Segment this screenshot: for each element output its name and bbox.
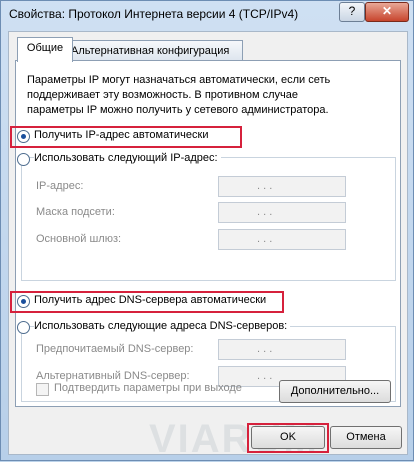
title-bar[interactable]: Свойства: Протокол Интернета версии 4 (T… bbox=[1, 1, 413, 27]
ip-address-label: IP-адрес: bbox=[36, 180, 84, 192]
cancel-button[interactable]: Отмена bbox=[330, 426, 402, 449]
subnet-mask-field: . . . bbox=[218, 202, 346, 223]
ip-manual-radio[interactable] bbox=[17, 153, 30, 166]
alternate-dns-label: Альтернативный DNS-сервер: bbox=[36, 370, 190, 382]
validate-label[interactable]: Подтвердить параметры при выходе bbox=[54, 382, 242, 394]
tab-alternate-config[interactable]: Альтернативная конфигурация bbox=[66, 40, 243, 61]
ip-manual-label[interactable]: Использовать следующий IP-адрес: bbox=[34, 152, 221, 164]
close-button[interactable]: ✕ bbox=[365, 2, 409, 22]
ip-auto-radio[interactable] bbox=[17, 130, 30, 143]
dns-manual-label[interactable]: Использовать следующие адреса DNS-сервер… bbox=[34, 320, 291, 332]
validate-checkbox[interactable] bbox=[36, 383, 49, 396]
dialog-client-area: Общие Альтернативная конфигурация Параме… bbox=[8, 31, 408, 461]
preferred-dns-label: Предпочитаемый DNS-сервер: bbox=[36, 343, 194, 355]
description-text: Параметры IP могут назначаться автоматич… bbox=[27, 74, 331, 116]
dns-auto-label[interactable]: Получить адрес DNS-сервера автоматически bbox=[34, 294, 266, 306]
window-title: Свойства: Протокол Интернета версии 4 (T… bbox=[9, 7, 299, 21]
dns-auto-radio[interactable] bbox=[17, 295, 30, 308]
default-gateway-label: Основной шлюз: bbox=[36, 233, 122, 245]
dialog-window: Свойства: Протокол Интернета версии 4 (T… bbox=[0, 0, 414, 461]
ip-auto-label[interactable]: Получить IP-адрес автоматически bbox=[34, 129, 208, 141]
general-tab-panel: Параметры IP могут назначаться автоматич… bbox=[10, 60, 401, 407]
default-gateway-field: . . . bbox=[218, 229, 346, 250]
preferred-dns-field: . . . bbox=[218, 339, 346, 360]
ip-address-field: . . . bbox=[218, 176, 346, 197]
subnet-mask-label: Маска подсети: bbox=[36, 206, 115, 218]
advanced-button[interactable]: Дополнительно... bbox=[279, 380, 391, 403]
dns-manual-radio[interactable] bbox=[17, 321, 30, 334]
help-button[interactable]: ? bbox=[339, 2, 365, 22]
ok-button[interactable]: OK bbox=[251, 426, 325, 449]
tab-general[interactable]: Общие bbox=[17, 37, 73, 62]
